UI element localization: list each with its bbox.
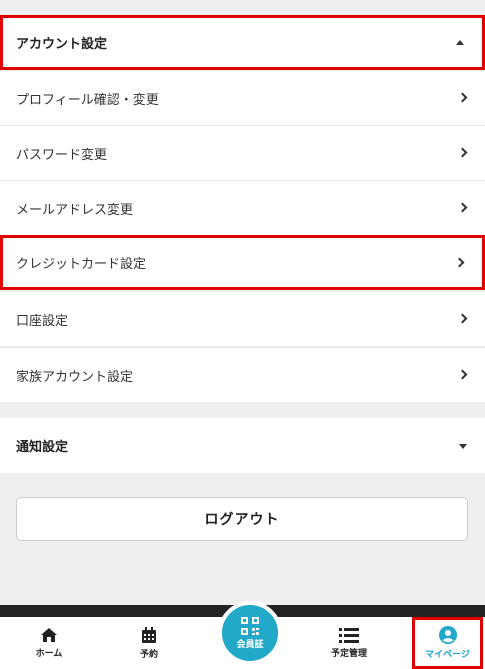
chevron-right-icon	[457, 92, 468, 103]
menu-item-label: メールアドレス変更	[16, 202, 134, 218]
menu-item-bank-account[interactable]: 口座設定	[0, 291, 485, 346]
nav-schedule-label: 予定管理	[330, 649, 367, 659]
qr-code-icon	[241, 616, 259, 635]
chevron-right-icon	[457, 147, 468, 158]
nav-reserve[interactable]: 予約	[114, 617, 184, 669]
chevron-right-icon	[454, 257, 465, 267]
notification-settings-title: 通知設定	[16, 440, 69, 455]
caret-down-icon	[459, 443, 467, 449]
nav-reserve-label: 予約	[139, 649, 158, 660]
account-settings-title: アカウント設定	[16, 37, 108, 52]
user-icon	[438, 626, 457, 644]
chevron-right-icon	[457, 313, 468, 324]
nav-mypage[interactable]: マイページ	[412, 617, 483, 669]
menu-item-label: プロフィール確認・変更	[16, 92, 159, 108]
nav-schedule[interactable]: 予定管理	[314, 617, 384, 669]
menu-item-email[interactable]: メールアドレス変更	[0, 180, 485, 235]
member-card-button[interactable]: 会員証	[218, 601, 282, 665]
notification-settings-header[interactable]: 通知設定	[0, 418, 485, 473]
chevron-right-icon	[457, 369, 468, 380]
menu-item-label: クレジットカード設定	[16, 257, 147, 272]
menu-item-password[interactable]: パスワード変更	[0, 125, 485, 180]
caret-up-icon	[456, 39, 464, 45]
menu-item-label: 家族アカウント設定	[16, 369, 134, 385]
menu-item-family-account[interactable]: 家族アカウント設定	[0, 347, 485, 402]
nav-home-label: ホーム	[35, 649, 63, 659]
calendar-icon	[141, 626, 157, 644]
menu-item-credit-card[interactable]: クレジットカード設定	[0, 235, 485, 290]
menu-item-label: 口座設定	[16, 313, 69, 329]
member-card-label: 会員証	[236, 639, 264, 650]
menu-item-profile[interactable]: プロフィール確認・変更	[0, 70, 485, 125]
chevron-right-icon	[457, 202, 468, 213]
logout-button[interactable]: ログアウト	[16, 497, 468, 541]
account-settings-header[interactable]: アカウント設定	[0, 15, 485, 70]
logout-label: ログアウト	[204, 512, 280, 528]
mypage-screen: アカウント設定 プロフィール確認・変更 パスワード変更 メールアドレス変更 クレ…	[0, 0, 485, 669]
list-icon	[339, 627, 359, 643]
home-icon	[40, 627, 58, 643]
menu-item-label: パスワード変更	[16, 147, 108, 163]
nav-mypage-label: マイページ	[425, 650, 470, 660]
nav-home[interactable]: ホーム	[14, 617, 84, 669]
